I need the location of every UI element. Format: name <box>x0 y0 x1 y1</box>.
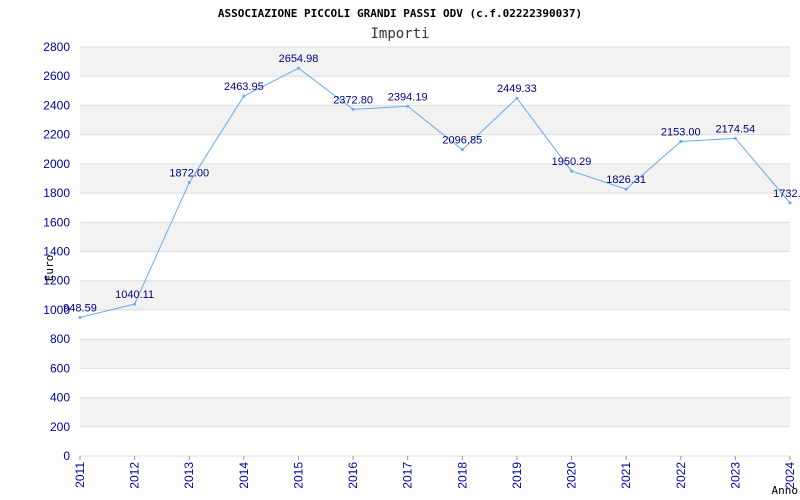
x-tick-label: 2016 <box>346 462 360 489</box>
x-tick-label: 2022 <box>674 462 688 489</box>
data-label: 1040.11 <box>115 289 154 301</box>
data-point <box>460 148 464 152</box>
data-label: 2153.00 <box>661 127 701 139</box>
y-tick-label: 2600 <box>43 69 70 83</box>
grid-band <box>80 222 790 252</box>
grid-band <box>80 397 790 427</box>
y-tick-label: 600 <box>50 361 70 375</box>
grid-band <box>80 47 790 77</box>
y-tick-label: 1600 <box>43 215 70 229</box>
grid-band <box>80 280 790 310</box>
data-point <box>733 136 737 140</box>
line-chart: ASSOCIAZIONE PICCOLI GRANDI PASSI ODV (c… <box>43 7 800 497</box>
chart-subtitle: Importi <box>370 26 429 42</box>
data-point <box>570 169 574 173</box>
y-tick-label: 0 <box>63 449 70 463</box>
data-point <box>242 94 246 98</box>
data-label: 1950.29 <box>552 156 592 168</box>
data-point <box>187 181 191 185</box>
data-label: 1732.9 <box>773 188 800 200</box>
data-label: 948.59 <box>63 302 97 314</box>
data-label: 1872.00 <box>169 168 209 180</box>
y-tick-label: 800 <box>50 332 70 346</box>
y-axis-label: Euro <box>43 255 56 282</box>
data-label: 2174.54 <box>716 123 756 135</box>
x-tick-label: 2015 <box>291 462 305 489</box>
data-point <box>351 107 355 111</box>
x-tick-label: 2017 <box>401 462 415 489</box>
data-label: 2394.19 <box>388 91 428 103</box>
y-tick-label: 2200 <box>43 128 70 142</box>
data-label: 2096.85 <box>442 135 482 147</box>
chart-title: ASSOCIAZIONE PICCOLI GRANDI PASSI ODV (c… <box>218 7 582 20</box>
x-tick-label: 2014 <box>237 462 251 489</box>
x-tick-label: 2018 <box>455 462 469 489</box>
x-tick-label: 2019 <box>510 462 524 489</box>
data-label: 2654.98 <box>279 53 319 65</box>
grid-band <box>80 339 790 369</box>
data-point <box>679 140 683 144</box>
y-tick-label: 2400 <box>43 98 70 112</box>
x-tick-label: 2020 <box>565 462 579 489</box>
y-tick-label: 2800 <box>43 40 70 54</box>
x-tick-label: 2013 <box>182 462 196 489</box>
x-tick-label: 2011 <box>73 462 87 488</box>
x-tick-label: 2021 <box>619 462 633 489</box>
data-point <box>133 302 137 306</box>
y-tick-label: 1800 <box>43 186 70 200</box>
data-label: 2449.33 <box>497 83 537 95</box>
data-label: 2372.80 <box>333 94 373 106</box>
data-point <box>624 187 628 191</box>
data-point <box>296 66 300 70</box>
y-axis-ticks: 0200400600800100012001400160018002000220… <box>43 40 70 463</box>
data-point <box>788 201 792 205</box>
y-tick-label: 2000 <box>43 157 70 171</box>
x-axis-label: Anno <box>772 484 799 497</box>
y-tick-label: 400 <box>50 391 70 405</box>
grid-bands <box>80 47 790 427</box>
data-label: 1826.31 <box>606 174 646 186</box>
x-axis-ticks: 2011 2012 2013 2014 2015 2016 2017 2018 2019 2020… <box>73 456 797 489</box>
data-label: 2463.95 <box>224 81 264 93</box>
x-tick-label: 2023 <box>728 462 742 489</box>
x-tick-label: 2012 <box>128 462 142 489</box>
data-point <box>406 104 410 108</box>
data-point <box>78 315 82 319</box>
y-tick-label: 200 <box>50 420 70 434</box>
data-point <box>515 96 519 100</box>
